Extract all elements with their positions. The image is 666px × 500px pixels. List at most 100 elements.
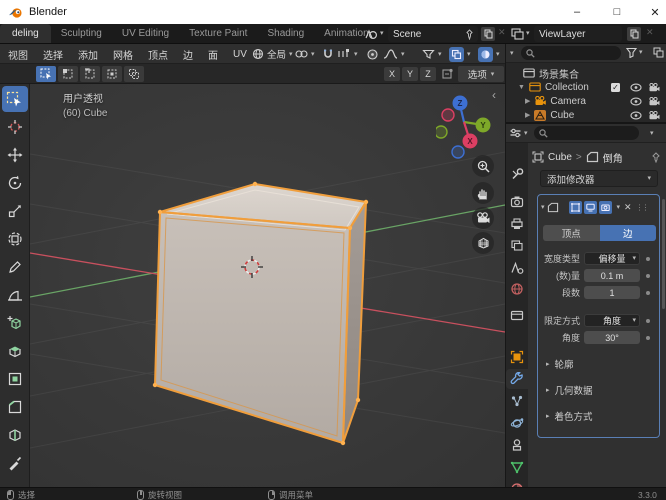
tab-object-data[interactable] [506, 457, 528, 477]
collection-checkbox-icon[interactable]: ✓ [611, 82, 620, 92]
tab-output[interactable] [506, 213, 528, 233]
angle-field[interactable]: 30° [584, 331, 640, 344]
animate-dot-icon[interactable] [646, 256, 650, 261]
menu-uv[interactable]: UV [233, 49, 247, 60]
gizmo-minus-y[interactable] [436, 125, 448, 139]
render-display-toggle[interactable] [598, 200, 612, 214]
tool-options-dropdown[interactable]: 选项 ▾ [458, 66, 504, 82]
drag-grip-icon[interactable]: ⋮⋮ [636, 203, 650, 212]
camera-view-button[interactable] [472, 207, 494, 229]
maximize-button[interactable]: □ [600, 0, 634, 24]
tool-inset-faces[interactable] [2, 366, 28, 392]
eye-icon[interactable] [630, 97, 642, 106]
breadcrumb-modifier-name[interactable]: 倒角 [603, 150, 623, 165]
tab-scene[interactable] [506, 257, 528, 277]
tab-render[interactable] [506, 191, 528, 211]
tool-add-cube[interactable] [2, 310, 28, 336]
scene-name-field[interactable]: Scene [388, 26, 478, 42]
snap-toggle[interactable] [322, 46, 334, 62]
select-mode-subtract-button[interactable] [80, 66, 100, 82]
tab-physics[interactable] [506, 413, 528, 433]
mirror-x-toggle[interactable]: X [384, 67, 400, 81]
animate-dot-icon[interactable] [646, 335, 650, 340]
section-profile[interactable]: ▸ 轮廓 [546, 357, 656, 371]
outliner-row-camera[interactable]: ▶ Camera [506, 94, 666, 108]
tool-loop-cut[interactable] [2, 422, 28, 448]
properties-scrollbar[interactable] [662, 199, 665, 309]
tab-modeling[interactable]: deling [0, 24, 51, 43]
mirror-y-toggle[interactable]: Y [402, 67, 418, 81]
outliner-search-input[interactable] [521, 46, 621, 60]
segments-field[interactable]: 1 [584, 286, 640, 299]
eye-icon[interactable] [630, 83, 642, 92]
menu-mesh[interactable]: 网格 [113, 47, 133, 62]
tab-sculpting[interactable]: Sculpting [51, 24, 112, 43]
orthographic-toggle-button[interactable] [472, 232, 494, 254]
gizmo-minus-z[interactable] [451, 145, 465, 159]
pin-icon[interactable] [465, 28, 474, 40]
cube-object[interactable] [152, 181, 369, 446]
add-modifier-button[interactable]: 添加修改器 ▾ [540, 170, 658, 187]
tab-texture-paint[interactable]: Texture Paint [179, 24, 257, 43]
tool-transform[interactable] [2, 226, 28, 252]
section-shading[interactable]: ▸ 着色方式 [546, 409, 656, 423]
tool-measure[interactable] [2, 282, 28, 308]
tab-constraints[interactable] [506, 435, 528, 455]
select-mode-new-button[interactable] [36, 66, 56, 82]
select-mode-invert-button[interactable] [102, 66, 122, 82]
tool-move[interactable] [2, 142, 28, 168]
pin-icon[interactable] [651, 151, 661, 163]
gizmo-minus-x[interactable] [441, 108, 455, 122]
properties-editor-type-icon[interactable]: ▾ [509, 127, 528, 139]
tab-collection[interactable] [506, 305, 528, 325]
render-visibility-camera-icon[interactable] [648, 111, 660, 120]
expand-chevron-icon[interactable]: ▾ [541, 204, 545, 211]
scene-datablock-icon[interactable]: ▾ [364, 27, 384, 40]
disclosure-collapsed-icon[interactable]: ▶ [525, 97, 530, 105]
outliner-display-mode-icon[interactable] [653, 47, 664, 58]
animate-dot-icon[interactable] [646, 290, 650, 295]
tab-particles[interactable] [506, 391, 528, 411]
tool-scale[interactable] [2, 198, 28, 224]
disclosure-expanded-icon[interactable]: ▼ [518, 84, 525, 91]
eye-icon[interactable] [630, 111, 642, 120]
pivot-point-dropdown[interactable]: ▾ [295, 46, 315, 62]
animate-dot-icon[interactable] [646, 318, 650, 323]
transform-orientation-dropdown[interactable]: 全局 ▾ [252, 46, 293, 62]
properties-options-chevron-icon[interactable]: ▾ [650, 130, 654, 137]
tab-world[interactable] [506, 279, 528, 299]
outliner-filter-dropdown[interactable]: ▾ [626, 47, 643, 58]
tab-modifiers[interactable] [506, 369, 528, 389]
tab-tool[interactable] [506, 164, 528, 184]
tool-select-box[interactable] [1, 86, 28, 112]
menu-face[interactable]: 面 [208, 47, 218, 62]
mirror-z-toggle[interactable]: Z [420, 67, 436, 81]
close-button[interactable]: ✕ [638, 0, 666, 24]
menu-view[interactable]: 视图 [8, 47, 28, 62]
viewport-canvas[interactable]: 用户透视 (60) Cube ‹ Z Y X [30, 84, 505, 487]
pan-hand-button[interactable] [472, 182, 494, 204]
affect-edges-tab[interactable]: 边 [599, 225, 656, 241]
delete-modifier-icon[interactable]: ✕ [624, 202, 632, 213]
tab-view-layer[interactable] [506, 235, 528, 255]
snap-options-icon[interactable] [441, 68, 454, 80]
menu-add[interactable]: 添加 [78, 47, 98, 62]
outliner-row-collection[interactable]: ▼ Collection ✓ [506, 80, 666, 94]
render-visibility-camera-icon[interactable] [648, 97, 660, 106]
breadcrumb-object-name[interactable]: Cube [548, 152, 572, 163]
section-geometry[interactable]: ▸ 几何数据 [546, 383, 656, 397]
tool-annotate[interactable] [2, 254, 28, 280]
menu-select[interactable]: 选择 [43, 47, 63, 62]
limit-method-dropdown[interactable]: 角度 ▾ [584, 314, 640, 327]
navigation-gizmo[interactable]: Z Y X [436, 92, 500, 160]
outliner-row-scene-collection[interactable]: 场景集合 [506, 66, 666, 81]
viewlayer-datablock-icon[interactable]: ▾ [510, 27, 530, 40]
tool-extrude[interactable] [2, 338, 28, 364]
shading-mode-toggle[interactable]: ▾ [478, 46, 500, 62]
snap-target-dropdown[interactable]: ▾ [337, 46, 358, 62]
tab-uv-editing[interactable]: UV Editing [112, 24, 179, 43]
select-mode-intersect-button[interactable] [124, 66, 144, 82]
disclosure-collapsed-icon[interactable]: ▶ [525, 111, 530, 119]
proportional-editing-toggle[interactable] [366, 46, 379, 62]
menu-vertex[interactable]: 顶点 [148, 47, 168, 62]
